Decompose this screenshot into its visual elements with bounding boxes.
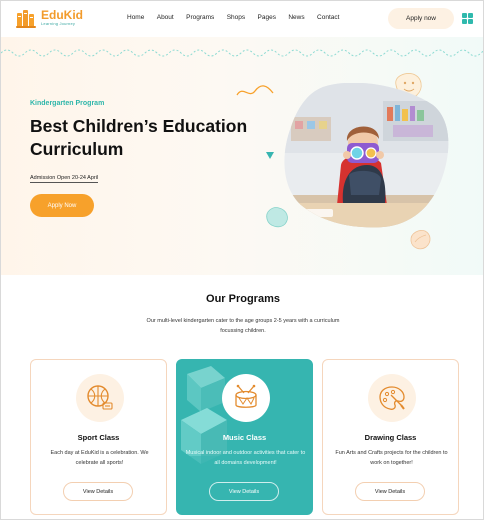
- card-description: Fun Arts and Crafts projects for the chi…: [335, 450, 448, 466]
- programs-subtitle: Our multi-level kindergarten cater to th…: [146, 318, 340, 334]
- drum-icon: [222, 374, 270, 422]
- card-title: Music Class: [222, 433, 267, 442]
- view-details-button[interactable]: View Details: [209, 482, 279, 501]
- leaf-decoration: [410, 230, 431, 250]
- hero-apply-button[interactable]: Apply Now: [30, 194, 94, 217]
- hero-child-photo: [284, 83, 449, 228]
- brand-logo[interactable]: EduKid Learning Journey: [15, 7, 83, 29]
- programs-title: Our Programs: [206, 293, 280, 305]
- triangle-decoration: [266, 152, 274, 159]
- brand-tagline: Learning Journey: [41, 21, 76, 26]
- view-details-button[interactable]: View Details: [355, 482, 425, 501]
- card-description: Musical indoor and outdoor activities th…: [185, 450, 306, 466]
- nav-shops[interactable]: Shops: [227, 14, 245, 21]
- brand-name: EduKid: [41, 8, 83, 22]
- card-title: Sport Class: [77, 433, 120, 442]
- books-icon: [15, 7, 37, 29]
- main-nav: Home About Programs Shops Pages News Con…: [127, 14, 352, 21]
- hero-title: Best Children’s Education Curriculum: [30, 116, 248, 159]
- apply-now-button[interactable]: Apply now: [388, 8, 454, 29]
- palette-icon: [368, 374, 416, 422]
- nav-programs[interactable]: Programs: [186, 14, 214, 21]
- site-header: EduKid Learning Journey Home About Progr…: [1, 1, 483, 37]
- nav-news[interactable]: News: [288, 14, 304, 21]
- admission-link[interactable]: Admission Open 20-24 April: [30, 175, 99, 183]
- hero-kicker: Kindergarten Program: [30, 100, 105, 107]
- nav-about[interactable]: About: [157, 14, 174, 21]
- card-description: Each day at EduKid is a celebration. We …: [50, 450, 149, 466]
- page-frame: EduKid Learning Journey Home About Progr…: [0, 0, 484, 520]
- nav-pages[interactable]: Pages: [258, 14, 276, 21]
- hero-section: Kindergarten Program Best Children’s Edu…: [1, 37, 483, 275]
- wave-divider: [1, 49, 483, 57]
- card-title: Drawing Class: [364, 433, 417, 442]
- program-card-drawing[interactable]: Drawing Class Fun Arts and Crafts projec…: [322, 359, 459, 515]
- basketball-icon: [76, 374, 124, 422]
- squiggle-decoration: [236, 85, 274, 96]
- view-details-button[interactable]: View Details: [63, 482, 133, 501]
- nav-home[interactable]: Home: [127, 14, 144, 21]
- program-card-sport[interactable]: Sport Class Each day at EduKid is a cele…: [30, 359, 167, 515]
- program-card-music[interactable]: Music Class Musical indoor and outdoor a…: [176, 359, 313, 515]
- grid-icon[interactable]: [462, 13, 473, 24]
- nav-contact[interactable]: Contact: [317, 14, 339, 21]
